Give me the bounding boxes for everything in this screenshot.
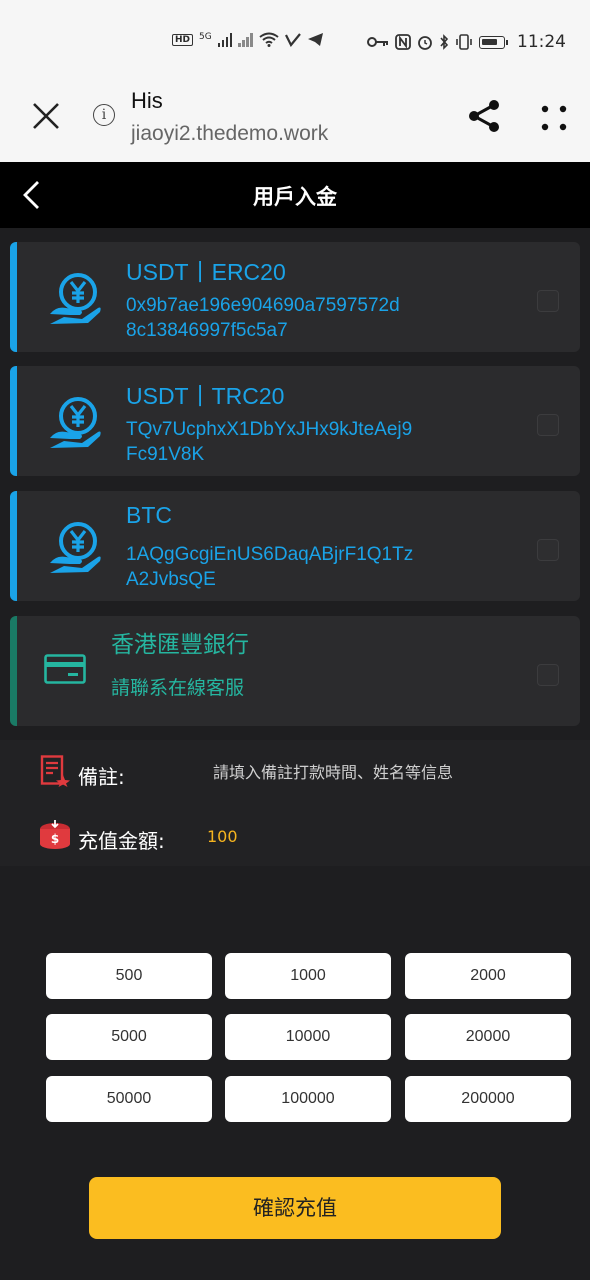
- card-accent: [10, 491, 17, 601]
- more-dots-icon[interactable]: [540, 104, 568, 132]
- amount-option-10000[interactable]: 10000: [225, 1014, 391, 1060]
- amount-label: 充值金額:: [78, 829, 165, 853]
- close-icon[interactable]: [30, 100, 62, 132]
- method-name: BTC: [126, 502, 172, 528]
- remark-label: 備註:: [78, 765, 125, 789]
- vibrate-icon: [456, 34, 472, 50]
- payment-method-btc[interactable]: BTC 1AQgGcgiEnUS6DaqABjrF1Q1Tz A2JvbsQE: [10, 491, 580, 601]
- clock: 11:24: [517, 32, 566, 52]
- amount-option-20000[interactable]: 20000: [405, 1014, 571, 1060]
- wallet-address-line1: TQv7UcphxX1DbYxJHx9kJteAej9: [126, 419, 413, 440]
- method-name: USDT丨TRC20: [126, 383, 285, 409]
- header-title: 用戶入金: [253, 185, 337, 209]
- bank-note: 請聯系在線客服: [111, 677, 245, 699]
- svg-text:$: $: [51, 832, 59, 846]
- info-icon[interactable]: i: [93, 104, 115, 126]
- checkmark-v-icon: [284, 32, 301, 47]
- remark-document-icon: [40, 755, 70, 787]
- bluetooth-icon: [440, 34, 449, 50]
- wallet-address-line1: 0x9b7ae196e904690a7597572d: [126, 295, 400, 316]
- select-checkbox[interactable]: [537, 290, 559, 312]
- yen-hand-icon: [50, 522, 101, 573]
- nfc-icon: [395, 34, 411, 50]
- wallet-address: 0x9b7ae196e904690a7597572d 8c13846997f5c…: [126, 293, 471, 343]
- bank-card-icon: [44, 654, 86, 684]
- hd-badge: HD: [172, 33, 194, 46]
- select-checkbox[interactable]: [537, 664, 559, 686]
- amount-option-1000[interactable]: 1000: [225, 953, 391, 999]
- payment-method-bank[interactable]: 香港匯豐銀行 請聯系在線客服: [10, 616, 580, 726]
- page-title: His: [131, 88, 163, 113]
- app-header: 用戶入金: [0, 162, 590, 228]
- network-type: 5G: [199, 32, 212, 42]
- status-right: 11:24: [367, 32, 566, 52]
- money-box-icon: $: [40, 820, 70, 849]
- status-left: HD 5G: [172, 32, 324, 47]
- method-name: USDT丨ERC20: [126, 259, 286, 285]
- wallet-address-line2: A2JvbsQE: [126, 569, 216, 590]
- browser-bar: i His jiaoyi2.thedemo.work: [0, 84, 590, 162]
- wifi-icon: [259, 32, 279, 47]
- yen-hand-icon: [50, 273, 101, 324]
- amount-option-50000[interactable]: 50000: [46, 1076, 212, 1122]
- amount-option-5000[interactable]: 5000: [46, 1014, 212, 1060]
- amount-input[interactable]: [207, 824, 407, 848]
- card-accent: [10, 366, 17, 476]
- page-url[interactable]: jiaoyi2.thedemo.work: [131, 122, 328, 146]
- wallet-address: 1AQgGcgiEnUS6DaqABjrF1Q1Tz A2JvbsQE: [126, 542, 471, 592]
- telegram-icon: [307, 33, 323, 46]
- status-bar: HD 5G 11:24: [0, 0, 590, 84]
- select-checkbox[interactable]: [537, 414, 559, 436]
- share-icon[interactable]: [466, 98, 502, 134]
- alarm-icon: [418, 36, 432, 50]
- payment-method-erc20[interactable]: USDT丨ERC20 0x9b7ae196e904690a7597572d 8c…: [10, 242, 580, 352]
- amount-option-100000[interactable]: 100000: [225, 1076, 391, 1122]
- payment-method-trc20[interactable]: USDT丨TRC20 TQv7UcphxX1DbYxJHx9kJteAej9 F…: [10, 366, 580, 476]
- yen-hand-icon: [50, 397, 101, 448]
- amount-option-2000[interactable]: 2000: [405, 953, 571, 999]
- wallet-address-line1: 1AQgGcgiEnUS6DaqABjrF1Q1Tz: [126, 544, 414, 565]
- battery-icon: [479, 35, 508, 49]
- remark-input[interactable]: [213, 760, 553, 784]
- signal-2-icon: [238, 32, 253, 47]
- card-accent: [10, 242, 17, 352]
- select-checkbox[interactable]: [537, 539, 559, 561]
- amount-option-200000[interactable]: 200000: [405, 1076, 571, 1122]
- confirm-deposit-button[interactable]: 確認充值: [89, 1177, 501, 1239]
- wallet-address: TQv7UcphxX1DbYxJHx9kJteAej9 Fc91V8K: [126, 417, 471, 467]
- key-icon: [367, 37, 388, 47]
- wallet-address-line2: Fc91V8K: [126, 444, 205, 465]
- signal-icon: [217, 32, 233, 47]
- card-accent: [10, 616, 17, 726]
- amount-option-500[interactable]: 500: [46, 953, 212, 999]
- wallet-address-line2: 8c13846997f5c5a7: [126, 320, 288, 341]
- bank-name: 香港匯豐銀行: [111, 631, 249, 657]
